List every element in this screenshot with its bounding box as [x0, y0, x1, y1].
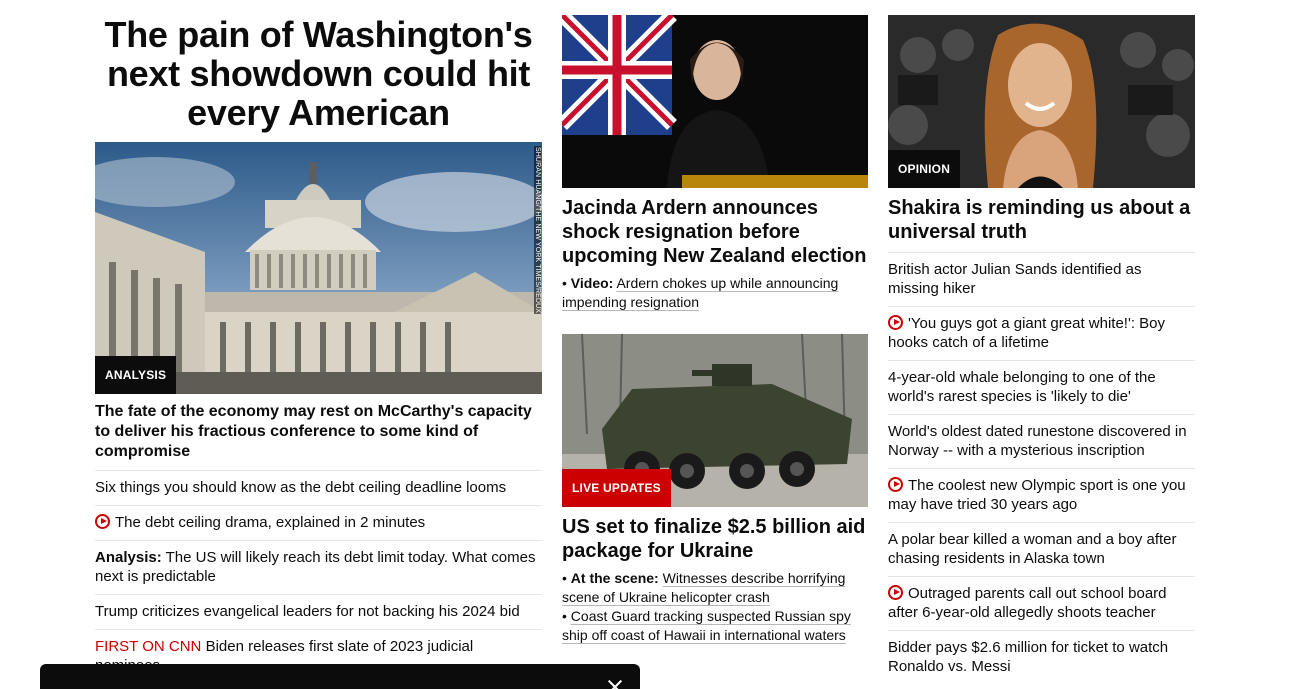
sublink-text[interactable]: Coast Guard tracking suspected Russian s…	[562, 608, 851, 643]
list-item-text[interactable]: The coolest new Olympic sport is one you…	[888, 477, 1186, 513]
video-label: Video:	[570, 275, 614, 291]
shakira-headline[interactable]: Shakira is reminding us about a universa…	[888, 196, 1195, 244]
list-item-text[interactable]: 4-year-old whale belonging to one of the…	[888, 369, 1156, 405]
list-item[interactable]: Bidder pays $2.6 million for ticket to w…	[888, 630, 1195, 684]
sublink-item[interactable]: • At the scene: Witnesses describe horri…	[562, 569, 868, 607]
ukraine-sublinks: • At the scene: Witnesses describe horri…	[562, 569, 868, 645]
ukraine-story: LIVE UPDATES US set to finalize $2.5 bil…	[562, 334, 868, 645]
play-circle-icon	[888, 585, 903, 600]
list-item[interactable]: World's oldest dated runestone discovere…	[888, 414, 1195, 468]
play-circle-icon	[95, 514, 110, 529]
ardern-photo	[562, 15, 868, 188]
analysis-label: Analysis:	[95, 549, 162, 566]
lead-story-column: The pain of Washington's next showdown c…	[95, 15, 542, 683]
ardern-sublinks: • Video: Ardern chokes up while announci…	[562, 274, 868, 312]
ardern-image[interactable]	[562, 15, 868, 188]
list-item-text[interactable]: A polar bear killed a woman and a boy af…	[888, 531, 1177, 567]
list-item[interactable]: Six things you should know as the debt c…	[95, 470, 542, 505]
analysis-badge: ANALYSIS	[95, 356, 177, 394]
sublink-item[interactable]: • Coast Guard tracking suspected Russian…	[562, 607, 868, 645]
list-item[interactable]: A polar bear killed a woman and a boy af…	[888, 522, 1195, 576]
list-item[interactable]: 4-year-old whale belonging to one of the…	[888, 360, 1195, 414]
at-the-scene-label: At the scene:	[570, 570, 659, 586]
related-links-list: Six things you should know as the debt c…	[95, 470, 542, 683]
middle-column: Jacinda Ardern announces shock resignati…	[562, 15, 868, 645]
close-icon[interactable]	[606, 678, 624, 689]
sublink-item[interactable]: • Video: Ardern chokes up while announci…	[562, 274, 868, 312]
list-item[interactable]: The coolest new Olympic sport is one you…	[888, 468, 1195, 522]
list-item[interactable]: The debt ceiling drama, explained in 2 m…	[95, 505, 542, 540]
list-item-text[interactable]: Bidder pays $2.6 million for ticket to w…	[888, 639, 1168, 675]
more-stories-list: British actor Julian Sands identified as…	[888, 252, 1195, 684]
list-item[interactable]: British actor Julian Sands identified as…	[888, 252, 1195, 306]
live-updates-badge: LIVE UPDATES	[562, 469, 671, 507]
capitol-image[interactable]: SHURAN HUANG/THE NEW YORK TIMES/REDUX AN…	[95, 142, 542, 394]
bottom-overlay-bar	[40, 664, 640, 689]
list-item-text[interactable]: Outraged parents call out school board a…	[888, 585, 1167, 621]
ardern-headline[interactable]: Jacinda Ardern announces shock resignati…	[562, 196, 868, 268]
ukraine-image[interactable]: LIVE UPDATES	[562, 334, 868, 507]
play-circle-icon	[888, 477, 903, 492]
list-item[interactable]: Analysis: The US will likely reach its d…	[95, 540, 542, 594]
hero-headline[interactable]: The pain of Washington's next showdown c…	[95, 15, 542, 142]
list-item-text[interactable]: 'You guys got a giant great white!': Boy…	[888, 315, 1165, 351]
ukraine-headline[interactable]: US set to finalize $2.5 billion aid pack…	[562, 515, 868, 563]
photo-credit: SHURAN HUANG/THE NEW YORK TIMES/REDUX	[534, 146, 541, 315]
list-item-text[interactable]: Trump criticizes evangelical leaders for…	[95, 603, 520, 620]
right-column: OPINION Shakira is reminding us about a …	[888, 15, 1195, 684]
list-item-text[interactable]: Six things you should know as the debt c…	[95, 479, 506, 496]
lead-story-headline[interactable]: The fate of the economy may rest on McCa…	[95, 402, 542, 462]
hero-headline-link[interactable]: The pain of Washington's next showdown c…	[105, 14, 533, 133]
opinion-badge: OPINION	[888, 150, 961, 188]
list-item-text[interactable]: British actor Julian Sands identified as…	[888, 261, 1141, 297]
list-item[interactable]: 'You guys got a giant great white!': Boy…	[888, 306, 1195, 360]
list-item[interactable]: Outraged parents call out school board a…	[888, 576, 1195, 630]
list-item-text[interactable]: The US will likely reach its debt limit …	[95, 549, 535, 585]
list-item-text[interactable]: World's oldest dated runestone discovere…	[888, 423, 1187, 459]
list-item-text[interactable]: The debt ceiling drama, explained in 2 m…	[115, 514, 425, 531]
first-on-cnn-label: FIRST ON CNN	[95, 638, 202, 655]
list-item[interactable]: Trump criticizes evangelical leaders for…	[95, 594, 542, 629]
shakira-image[interactable]: OPINION	[888, 15, 1195, 188]
play-circle-icon	[888, 315, 903, 330]
